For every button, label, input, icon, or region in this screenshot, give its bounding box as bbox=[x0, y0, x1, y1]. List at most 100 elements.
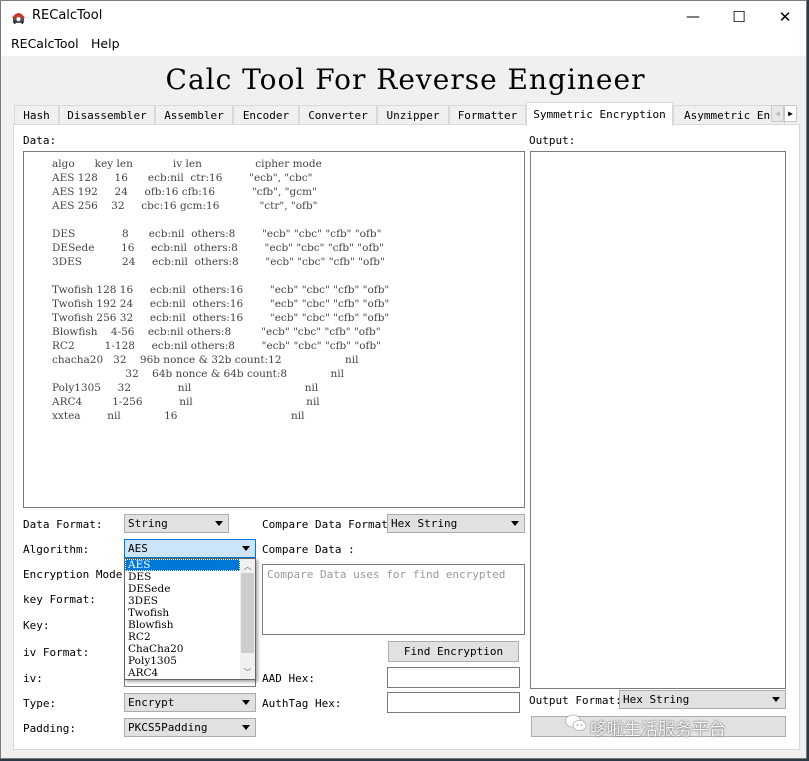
type-select[interactable]: Encrypt bbox=[124, 693, 256, 712]
authtag-hex-label: AuthTag Hex: bbox=[262, 697, 342, 710]
data-line: Poly1305 32 nil nil bbox=[52, 382, 319, 394]
tab-unzipper[interactable]: Unzipper bbox=[377, 105, 449, 125]
data-format-select[interactable]: String bbox=[124, 514, 229, 533]
data-line: DESede 16 ecb:nil others:8 "ecb" "cbc" "… bbox=[52, 242, 384, 254]
close-icon: ✕ bbox=[778, 7, 792, 26]
algorithm-option-aes[interactable]: AES bbox=[125, 559, 240, 571]
data-line: Blowfish 4-56 ecb:nil others:8 "ecb" "cb… bbox=[52, 326, 381, 338]
iv-label: iv: bbox=[23, 672, 43, 685]
compare-data-label: Compare Data : bbox=[262, 543, 355, 556]
key-label: Key: bbox=[23, 619, 50, 632]
chevron-right-icon: ▶ bbox=[788, 109, 793, 118]
dropdown-arrow-icon bbox=[215, 521, 223, 526]
algorithm-option-arc4[interactable]: ARC4 bbox=[125, 667, 240, 679]
type-value: Encrypt bbox=[128, 696, 175, 709]
data-line: RC2 1-128 ecb:nil others:8 "ecb" "cbc" "… bbox=[52, 340, 381, 352]
aad-hex-input[interactable] bbox=[387, 667, 520, 688]
window-title: RECalcTool bbox=[32, 8, 103, 23]
tab-hash[interactable]: Hash bbox=[14, 105, 59, 125]
padding-select[interactable]: PKCS5Padding bbox=[124, 718, 256, 737]
algorithm-option-3des[interactable]: 3DES bbox=[125, 595, 240, 607]
data-line: ARC4 1-256 nil nil bbox=[52, 396, 320, 408]
title-bar[interactable]: RECalcTool — ☐ ✕ bbox=[1, 1, 806, 32]
tab-encoder[interactable]: Encoder bbox=[233, 105, 299, 125]
data-line: algo key len iv len cipher mode bbox=[52, 158, 322, 170]
compare-format-select[interactable]: Hex String bbox=[387, 514, 525, 533]
watermark-text: 哆啦生活服务平台 bbox=[590, 720, 726, 740]
maximize-icon: ☐ bbox=[732, 7, 746, 26]
data-line: AES 256 32 cbc:16 gcm:16 "ctr", "ofb" bbox=[52, 200, 318, 212]
output-format-label: Output Format: bbox=[529, 694, 622, 707]
scroll-down-icon[interactable]: ﹀ bbox=[240, 665, 255, 679]
aad-hex-label: AAD Hex: bbox=[262, 672, 315, 685]
tab-scroll-right-button[interactable]: ▶ bbox=[784, 105, 797, 122]
data-line bbox=[52, 269, 524, 283]
data-line: 3DES 24 ecb:nil others:8 "ecb" "cbc" "cf… bbox=[52, 256, 385, 268]
scroll-up-icon[interactable]: ︿ bbox=[240, 559, 255, 573]
dropdown-arrow-icon bbox=[511, 521, 519, 526]
key-format-label: key Format: bbox=[23, 593, 96, 606]
compare-format-label: Compare Data Format: bbox=[262, 518, 395, 531]
dropdown-scrollbar[interactable]: ︿ ﹀ bbox=[240, 559, 255, 679]
menu-help[interactable]: Help bbox=[91, 36, 120, 51]
algorithm-value: AES bbox=[128, 542, 148, 555]
page-title: Calc Tool For Reverse Engineer bbox=[165, 63, 646, 96]
scrollbar-thumb[interactable] bbox=[241, 573, 254, 653]
data-line bbox=[52, 213, 524, 227]
type-label: Type: bbox=[23, 697, 57, 710]
menu-recalctool[interactable]: RECalcTool bbox=[11, 36, 79, 51]
data-line: DES 8 ecb:nil others:8 "ecb" "cbc" "cfb"… bbox=[52, 228, 382, 240]
output-format-value: Hex String bbox=[623, 693, 690, 706]
tab-scroll-left-button[interactable]: ◀ bbox=[771, 105, 784, 122]
tab-formatter[interactable]: Formatter bbox=[449, 105, 526, 125]
find-encryption-button[interactable]: Find Encryption bbox=[388, 641, 519, 662]
algorithm-dropdown-list: AES DES DESede 3DES Twofish Blowfish RC2 ChaCha… bbox=[124, 558, 256, 680]
data-line: AES 128 16 ecb:nil ctr:16 "ecb", "cbc" bbox=[52, 172, 313, 184]
algorithm-option-chacha20[interactable]: ChaCha20 bbox=[125, 643, 240, 655]
algorithm-select[interactable]: AES bbox=[124, 539, 256, 558]
padding-label: Padding: bbox=[23, 722, 76, 735]
wechat-icon bbox=[565, 714, 587, 732]
data-line: 32 64b nonce & 64b count:8 nil bbox=[52, 368, 344, 380]
minimize-button[interactable]: — bbox=[670, 1, 716, 32]
algorithm-label: Algorithm: bbox=[23, 543, 90, 556]
output-format-select[interactable]: Hex String bbox=[619, 690, 786, 709]
algorithm-option-poly1305[interactable]: Poly1305 bbox=[125, 655, 240, 667]
data-line: chacha20 32 96b nonce & 32b count:12 nil bbox=[52, 354, 359, 366]
dropdown-arrow-icon bbox=[772, 697, 780, 702]
authtag-hex-input[interactable] bbox=[387, 692, 520, 713]
data-line: xxtea nil 16 nil bbox=[52, 410, 305, 422]
tab-symmetric-encryption[interactable]: Symmetric Encryption bbox=[526, 102, 673, 126]
compare-format-value: Hex String bbox=[391, 517, 458, 530]
algorithm-option-desede[interactable]: DESede bbox=[125, 583, 240, 595]
tab-asymmetric-encryption[interactable]: Asymmetric Enc bbox=[673, 105, 785, 125]
data-line: Twofish 128 16 ecb:nil others:16 "ecb" "… bbox=[52, 284, 390, 296]
padding-value: PKCS5Padding bbox=[128, 721, 208, 734]
dropdown-arrow-icon bbox=[242, 725, 250, 730]
data-label: Data: bbox=[23, 134, 57, 147]
output-label: Output: bbox=[529, 134, 576, 147]
encryption-mode-label: Encryption Mode: bbox=[23, 568, 129, 581]
dropdown-arrow-icon bbox=[242, 700, 250, 705]
maximize-button[interactable]: ☐ bbox=[716, 1, 762, 32]
data-content: algo key len iv len cipher mode AES 128 1… bbox=[52, 157, 524, 423]
algorithm-option-blowfish[interactable]: Blowfish bbox=[125, 619, 240, 631]
data-line: AES 192 24 ofb:16 cfb:16 "cfb", "gcm" bbox=[52, 186, 317, 198]
algorithm-option-twofish[interactable]: Twofish bbox=[125, 607, 240, 619]
output-textarea[interactable] bbox=[530, 151, 786, 689]
tab-converter[interactable]: Converter bbox=[299, 105, 377, 125]
data-textarea[interactable]: algo key len iv len cipher mode AES 128 1… bbox=[23, 151, 525, 508]
algorithm-option-des[interactable]: DES bbox=[125, 571, 240, 583]
compare-data-placeholder: Compare Data uses for find encrypted bbox=[267, 568, 506, 581]
chevron-left-icon: ◀ bbox=[775, 109, 780, 118]
tab-assembler[interactable]: Assembler bbox=[155, 105, 233, 125]
algorithm-option-rc2[interactable]: RC2 bbox=[125, 631, 240, 643]
close-button[interactable]: ✕ bbox=[762, 1, 808, 32]
compare-data-textarea[interactable]: Compare Data uses for find encrypted bbox=[262, 564, 525, 635]
data-format-value: String bbox=[128, 517, 168, 530]
app-window: RECalcTool — ☐ ✕ RECalcTool Help Calc To… bbox=[0, 0, 807, 759]
tab-disassembler[interactable]: Disassembler bbox=[59, 105, 155, 125]
data-line: Twofish 256 32 ecb:nil others:16 "ecb" "… bbox=[52, 312, 390, 324]
data-format-label: Data Format: bbox=[23, 518, 103, 531]
data-line: Twofish 192 24 ecb:nil others:16 "ecb" "… bbox=[52, 298, 390, 310]
